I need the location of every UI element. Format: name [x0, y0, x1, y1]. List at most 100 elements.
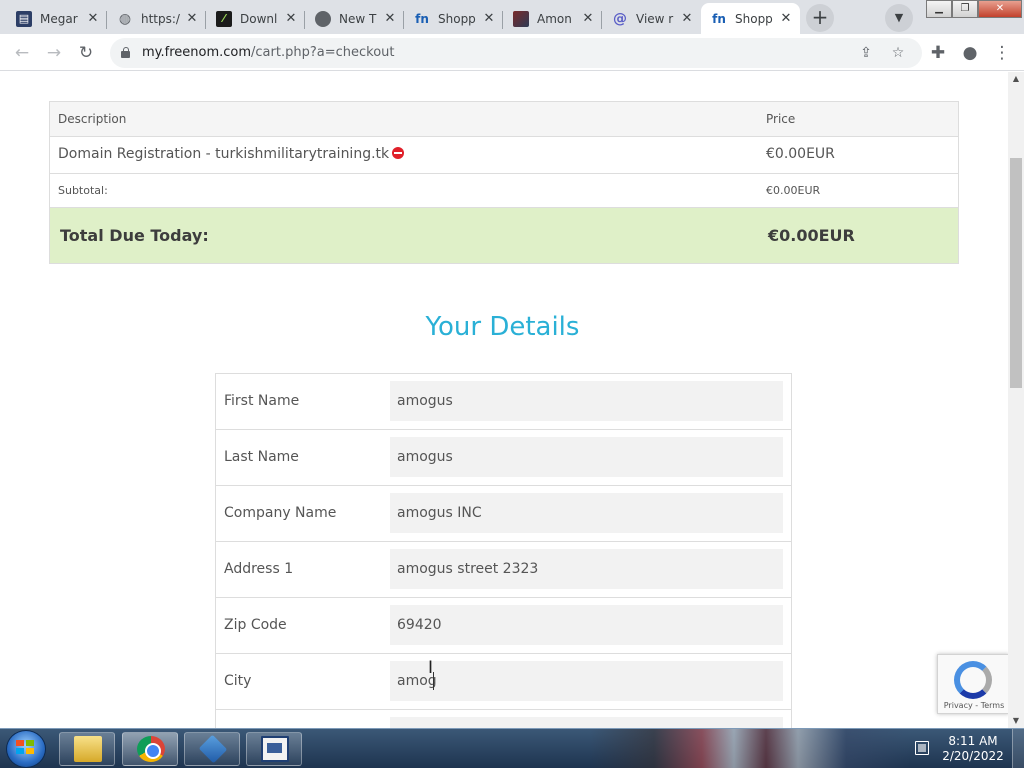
wallpaper-peek	[590, 729, 910, 768]
browser-toolbar: ← → ↻ my.freenom.com/cart.php?a=checkout…	[0, 34, 1024, 71]
close-tab-icon[interactable]: ✕	[580, 11, 596, 26]
tab-6[interactable]: Amon ✕	[503, 3, 602, 34]
page-scrollbar[interactable]: ▲ ▼	[1008, 72, 1024, 728]
address-1-row: Address 1	[216, 542, 791, 598]
address-1-label: Address 1	[224, 561, 294, 577]
price-header: Price	[766, 112, 796, 126]
close-window-button[interactable]: ✕	[978, 0, 1022, 18]
first-name-input[interactable]	[390, 381, 783, 421]
taskbar-virtualbox-button[interactable]	[184, 732, 240, 766]
tab-3[interactable]: ⁄ Downl ✕	[206, 3, 305, 34]
city-label: City	[224, 673, 252, 689]
details-form: First Name Last Name Company Name Addres…	[215, 373, 792, 728]
share-icon[interactable]: ⇪	[855, 42, 877, 64]
chrome-icon	[137, 736, 165, 762]
company-name-row: Company Name	[216, 486, 791, 542]
at-sign-icon: @	[613, 10, 627, 27]
action-center-flag-icon[interactable]	[915, 741, 929, 755]
bookmark-star-icon[interactable]: ☆	[887, 42, 909, 64]
text-caret	[433, 672, 434, 690]
tab-title: Shopp	[735, 11, 773, 26]
tab-title: Amon	[537, 11, 572, 26]
reload-button[interactable]: ↻	[72, 39, 100, 67]
last-name-label: Last Name	[224, 449, 299, 465]
clock-date: 2/20/2022	[942, 749, 1004, 763]
tab-search-button[interactable]: ▼	[885, 4, 913, 32]
close-tab-icon[interactable]: ✕	[481, 11, 497, 26]
zip-code-input[interactable]	[390, 605, 783, 645]
subtotal-row: Subtotal: €0.00EUR	[50, 174, 958, 208]
cart-item-row: Domain Registration - turkishmilitarytra…	[50, 137, 958, 174]
presentation-app-icon	[261, 736, 289, 762]
new-tab-button[interactable]: +	[806, 4, 834, 32]
recaptcha-logo-icon	[954, 661, 992, 699]
cart-item-cell: Domain Registration - turkishmilitarytra…	[58, 146, 405, 162]
tab-strip: ▤ Megar ✕ ◍ https:/ ✕ ⁄ Downl ✕ New T ✕ …	[0, 0, 1024, 34]
last-name-input[interactable]	[390, 437, 783, 477]
extensions-puzzle-icon[interactable]: ✚	[924, 39, 952, 67]
subtotal-label: Subtotal:	[58, 184, 108, 197]
minimize-button[interactable]: ▁	[926, 0, 952, 18]
recaptcha-badge[interactable]: Privacy - Terms	[937, 654, 1008, 714]
back-button[interactable]: ←	[8, 39, 36, 67]
forward-button[interactable]: →	[40, 39, 68, 67]
taskbar-chrome-button[interactable]	[122, 732, 178, 766]
tab-title: Shopp	[438, 11, 476, 26]
city-row: City	[216, 654, 791, 710]
city-input[interactable]	[390, 661, 783, 701]
windows-logo-icon	[16, 740, 36, 756]
address-bar[interactable]: my.freenom.com/cart.php?a=checkout ⇪ ☆	[110, 38, 922, 68]
taskbar-presentation-button[interactable]	[246, 732, 302, 766]
close-tab-icon[interactable]: ✕	[382, 11, 398, 26]
url-text[interactable]: my.freenom.com/cart.php?a=checkout	[142, 45, 395, 60]
recaptcha-links[interactable]: Privacy - Terms	[938, 701, 1008, 710]
tab-title: View r	[636, 11, 674, 26]
profile-avatar-icon[interactable]: ●	[956, 39, 984, 67]
your-details-heading: Your Details	[425, 312, 580, 342]
total-due-label: Total Due Today:	[60, 226, 209, 245]
company-name-input[interactable]	[390, 493, 783, 533]
next-field-input[interactable]	[390, 717, 783, 728]
scrollbar-thumb[interactable]	[1010, 158, 1022, 388]
total-due-value: €0.00EUR	[768, 226, 855, 245]
close-tab-icon[interactable]: ✕	[679, 11, 695, 26]
menu-kebab-icon[interactable]: ⋮	[988, 39, 1016, 67]
chrome-favicon-icon	[315, 10, 331, 27]
cart-summary-table: Description Price Domain Registration - …	[49, 101, 959, 264]
tab-2[interactable]: ◍ https:/ ✕	[107, 3, 206, 34]
cart-item-price: €0.00EUR	[766, 146, 835, 162]
address-1-input[interactable]	[390, 549, 783, 589]
url-host: my.freenom.com	[142, 45, 252, 60]
tab-title: Downl	[240, 11, 278, 26]
last-name-row: Last Name	[216, 430, 791, 486]
clock-time: 8:11 AM	[948, 734, 998, 748]
next-field-row	[216, 710, 791, 728]
remove-item-icon[interactable]	[392, 147, 405, 159]
close-tab-icon[interactable]: ✕	[85, 11, 101, 26]
url-path: /cart.php?a=checkout	[251, 45, 395, 60]
first-name-label: First Name	[224, 393, 300, 409]
taskbar-clock[interactable]: 8:11 AM 2/20/2022	[938, 734, 1008, 764]
tab-8-active[interactable]: fn Shopp ✕	[701, 3, 800, 34]
scroll-up-arrow-icon[interactable]: ▲	[1008, 72, 1024, 86]
taskbar-explorer-button[interactable]	[59, 732, 115, 766]
freenom-favicon-icon: fn	[712, 11, 726, 26]
tab-title: New T	[339, 11, 377, 26]
tab-5[interactable]: fn Shopp ✕	[404, 3, 503, 34]
virtualbox-icon	[198, 734, 228, 764]
text-cursor-icon: Ι	[428, 658, 434, 678]
show-desktop-button[interactable]	[1012, 729, 1024, 768]
maximize-button[interactable]: ❐	[952, 0, 978, 18]
tab-1[interactable]: ▤ Megar ✕	[6, 3, 107, 34]
globe-icon: ◍	[118, 10, 132, 27]
close-tab-icon[interactable]: ✕	[778, 11, 794, 26]
close-tab-icon[interactable]: ✕	[283, 11, 299, 26]
tab-title: Megar	[40, 11, 78, 26]
document-favicon-icon: ▤	[16, 10, 32, 27]
tab-title: https:/	[141, 11, 180, 26]
tab-4[interactable]: New T ✕	[305, 3, 404, 34]
scroll-down-arrow-icon[interactable]: ▼	[1008, 714, 1024, 728]
close-tab-icon[interactable]: ✕	[184, 11, 200, 26]
lock-icon[interactable]	[121, 47, 130, 58]
tab-7[interactable]: @ View r ✕	[602, 3, 701, 34]
